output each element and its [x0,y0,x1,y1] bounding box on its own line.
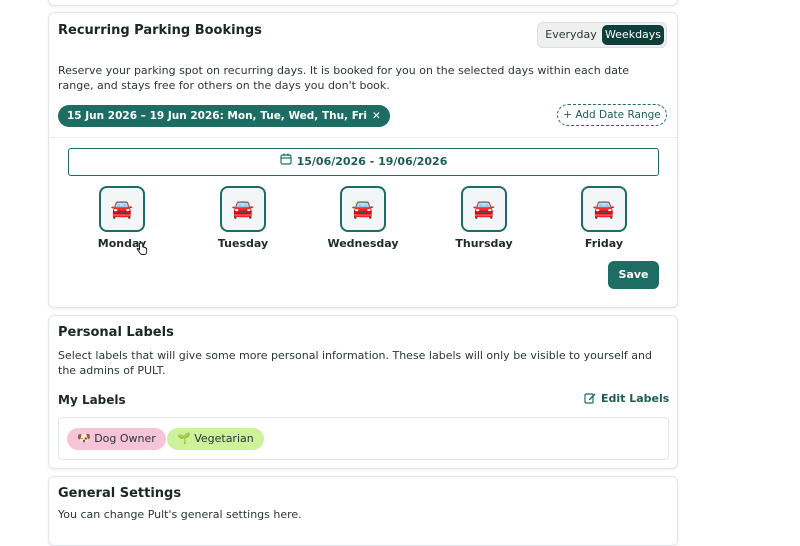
divider [49,137,677,138]
date-range-chip[interactable]: 15 Jun 2026 – 19 Jun 2026: Mon, Tue, Wed… [58,105,390,127]
close-icon[interactable]: ✕ [372,110,381,122]
day-label: Monday [97,237,147,250]
day-box[interactable]: 🚘 [220,186,266,232]
day-box[interactable]: 🚘 [99,186,145,232]
car-icon: 🚘 [592,198,616,220]
edit-icon [584,392,601,405]
toggle-weekdays[interactable]: Weekdays [602,25,664,45]
day-label: Wednesday [327,237,399,250]
label-dog-owner: 🐶 Dog Owner [67,428,166,450]
hand-cursor-icon [136,241,148,260]
car-icon: 🚘 [351,198,375,220]
save-button[interactable]: Save [608,261,659,289]
section-description: Select labels that will give some more p… [58,349,652,377]
frequency-toggle: Everyday Weekdays [537,22,667,48]
car-icon: 🚘 [110,198,134,220]
general-settings-card: General Settings You can change Pult's g… [48,476,678,546]
labels-container: 🐶 Dog Owner 🌱 Vegetarian [58,417,669,460]
day-label: Tuesday [217,237,269,250]
date-range-value: 15/06/2026 - 19/06/2026 [296,155,448,168]
day-monday[interactable]: 🚘 Monday [82,186,162,250]
car-icon: 🚘 [472,198,496,220]
chip-label: 15 Jun 2026 – 19 Jun 2026: Mon, Tue, Wed… [67,110,367,122]
my-labels-title: My Labels [58,393,126,407]
calendar-icon [280,149,292,175]
day-box[interactable]: 🚘 [581,186,627,232]
date-range-picker[interactable]: 15/06/2026 - 19/06/2026 [68,148,659,176]
section-title: Recurring Parking Bookings [58,23,262,38]
previous-card [48,0,678,6]
edit-labels-text: Edit Labels [601,392,670,405]
day-thursday[interactable]: 🚘 Thursday [444,186,524,250]
personal-labels-card: Personal Labels Select labels that will … [48,315,678,469]
day-label: Thursday [455,237,513,250]
edit-labels-button[interactable]: Edit Labels [584,392,669,405]
section-title: Personal Labels [58,325,174,340]
add-date-range-button[interactable]: + Add Date Range [557,104,667,126]
label-vegetarian: 🌱 Vegetarian [167,428,264,450]
day-wednesday[interactable]: 🚘 Wednesday [323,186,403,250]
section-description: Reserve your parking spot on recurring d… [58,64,630,92]
car-icon: 🚘 [231,198,255,220]
toggle-everyday[interactable]: Everyday [540,25,602,45]
recurring-parking-card: Recurring Parking Bookings Everyday Week… [48,12,678,308]
day-friday[interactable]: 🚘 Friday [564,186,644,250]
day-box[interactable]: 🚘 [340,186,386,232]
day-tuesday[interactable]: 🚘 Tuesday [203,186,283,250]
day-box[interactable]: 🚘 [461,186,507,232]
day-label: Friday [584,237,624,250]
section-title: General Settings [58,486,182,501]
section-description: You can change Pult's general settings h… [58,508,302,521]
